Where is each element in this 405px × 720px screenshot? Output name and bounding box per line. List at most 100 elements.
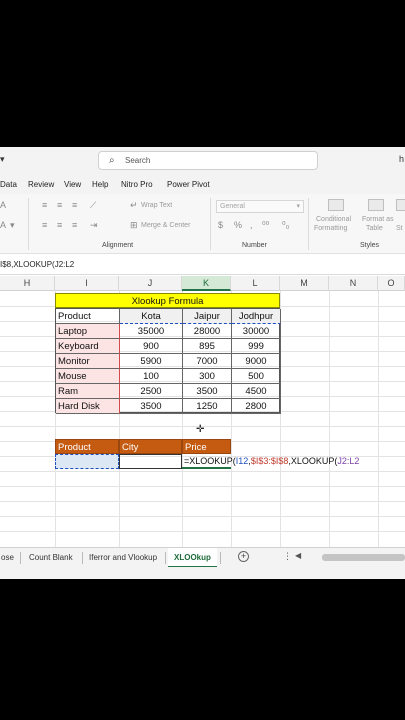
align-top-icon[interactable]: ≡ xyxy=(42,200,47,210)
align-right-icon[interactable]: ≡ xyxy=(72,220,77,230)
tab-view[interactable]: View xyxy=(64,180,81,189)
number-group-label: Number xyxy=(242,242,267,249)
price-cell[interactable]: 35000 xyxy=(120,324,183,339)
sheet-tab-iferror-vlookup[interactable]: Iferror and Vlookup xyxy=(89,548,157,568)
price-cell[interactable]: 4500 xyxy=(232,384,281,399)
table-header-cell[interactable]: Jaipur xyxy=(183,309,232,324)
window-dropdown[interactable]: ▾ xyxy=(0,154,5,165)
product-cell[interactable]: Ram xyxy=(56,384,120,399)
price-cell[interactable]: 1250 xyxy=(183,399,232,414)
ribbon: A A ▾ ≡ ≡ ≡ ⟋ ≡ ≡ ≡ ⇥ ↵ Wrap Text ⊞ Merg… xyxy=(0,194,405,254)
table-header-cell[interactable]: Kota xyxy=(120,309,183,324)
account-initial[interactable]: h xyxy=(399,154,404,164)
table-header-cell[interactable]: Jodhpur xyxy=(232,309,281,324)
column-i[interactable]: I xyxy=(55,276,119,291)
tab-data[interactable]: Data xyxy=(0,180,17,189)
table-header-cell[interactable]: Product xyxy=(56,309,120,324)
product-cell[interactable]: Monitor xyxy=(56,354,120,369)
product-cell[interactable]: Mouse xyxy=(56,369,120,384)
lookup-input-product[interactable] xyxy=(55,454,119,469)
tab-review[interactable]: Review xyxy=(28,180,54,189)
lookup-header-price[interactable]: Price xyxy=(182,439,231,454)
price-cell[interactable]: 999 xyxy=(232,339,281,354)
merge-center-icon: ⊞ xyxy=(130,220,138,230)
product-cell[interactable]: Hard Disk xyxy=(56,399,120,414)
conditional-formatting-icon xyxy=(328,199,344,211)
font-color-icon[interactable]: A xyxy=(0,220,6,230)
formula-ref-i3-i8: $I$3:$I$8 xyxy=(250,456,289,466)
comma-style-icon[interactable]: , xyxy=(250,220,253,230)
sheet-tab-count-blank[interactable]: Count Blank xyxy=(29,548,73,568)
column-l[interactable]: L xyxy=(231,276,280,291)
price-cell[interactable]: 2800 xyxy=(232,399,281,414)
wrap-text-icon: ↵ xyxy=(130,200,138,210)
conditional-formatting-button[interactable]: Conditional xyxy=(316,216,351,223)
align-center-icon[interactable]: ≡ xyxy=(57,220,62,230)
price-cell[interactable]: 3500 xyxy=(183,384,232,399)
price-cell[interactable]: 2500 xyxy=(120,384,183,399)
table-title[interactable]: Xlookup Formula xyxy=(55,293,280,308)
sheet-tab-xlookup[interactable]: XLOOkup xyxy=(168,548,217,568)
column-o[interactable]: O xyxy=(378,276,405,291)
number-format-select[interactable]: General ▾ xyxy=(216,200,304,213)
price-table: Product Kota Jaipur Jodhpur Laptop 35000 28000… xyxy=(55,308,281,414)
price-cell[interactable]: 100 xyxy=(120,369,183,384)
cell-styles-icon xyxy=(396,199,405,211)
formula-ref-j2-l2: J2:L2 xyxy=(337,456,360,466)
percent-icon[interactable]: % xyxy=(234,220,242,230)
font-color-dropdown-icon[interactable]: ▾ xyxy=(10,220,15,231)
price-cell[interactable]: 7000 xyxy=(183,354,232,369)
sheet-tabs-bar: ose Count Blank Iferror and Vlookup XLOO… xyxy=(0,547,405,568)
increase-decimal-icon[interactable]: ⁰⁰ xyxy=(262,220,269,231)
merge-center-button[interactable]: Merge & Center xyxy=(141,222,190,229)
number-format-value: General xyxy=(220,203,245,210)
currency-icon[interactable]: $ xyxy=(218,220,223,230)
price-cell[interactable]: 500 xyxy=(232,369,281,384)
column-header: H I J K L M N O xyxy=(0,276,405,291)
format-as-table-button[interactable]: Format as xyxy=(362,216,394,223)
price-cell[interactable]: 5900 xyxy=(120,354,183,369)
add-sheet-icon[interactable]: + xyxy=(238,551,249,562)
align-bottom-icon[interactable]: ≡ xyxy=(72,200,77,210)
formula-bar-content: I$8,XLOOKUP(J2:L2 xyxy=(0,260,75,269)
column-n[interactable]: N xyxy=(329,276,378,291)
lookup-header-city[interactable]: City xyxy=(119,439,182,454)
product-cell[interactable]: Keyboard xyxy=(56,339,120,354)
search-box[interactable]: ⌕ Search xyxy=(98,151,318,170)
sheet-tab-ose[interactable]: ose xyxy=(0,548,18,568)
conditional-formatting-sublabel: Formatting xyxy=(314,225,348,232)
column-h[interactable]: H xyxy=(0,276,55,291)
price-cell[interactable]: 9000 xyxy=(232,354,281,369)
lookup-header-product[interactable]: Product xyxy=(55,439,119,454)
font-size-icon[interactable]: A xyxy=(0,200,6,210)
tab-power-pivot[interactable]: Power Pivot xyxy=(167,180,210,189)
indent-icon[interactable]: ⇥ xyxy=(90,220,98,231)
wrap-text-button[interactable]: Wrap Text xyxy=(141,202,172,209)
price-cell[interactable]: 895 xyxy=(183,339,232,354)
orientation-icon[interactable]: ⟋ xyxy=(90,200,96,211)
align-middle-icon[interactable]: ≡ xyxy=(57,200,62,210)
price-cell[interactable]: 300 xyxy=(183,369,232,384)
status-bar xyxy=(0,567,405,579)
price-cell[interactable]: 900 xyxy=(120,339,183,354)
align-left-icon[interactable]: ≡ xyxy=(42,220,47,230)
product-cell[interactable]: Laptop xyxy=(56,324,120,339)
lookup-input-city[interactable] xyxy=(119,454,182,469)
price-cell[interactable]: 3500 xyxy=(120,399,183,414)
tab-nitro-pro[interactable]: Nitro Pro xyxy=(121,180,153,189)
more-options-icon[interactable]: ⋮ xyxy=(283,551,292,562)
scroll-left-icon[interactable]: ◀ xyxy=(295,551,301,560)
worksheet-grid[interactable]: Xlookup Formula Product Kota Jaipur Jodhpur… xyxy=(0,291,405,547)
cell-styles-label[interactable]: St xyxy=(396,225,403,232)
styles-group-label: Styles xyxy=(360,242,380,249)
tab-help[interactable]: Help xyxy=(92,180,108,189)
formula-bar[interactable]: I$8,XLOOKUP(J2:L2 xyxy=(0,254,405,275)
column-m[interactable]: M xyxy=(280,276,329,291)
horizontal-scrollbar[interactable] xyxy=(322,554,405,561)
price-cell[interactable]: 30000 xyxy=(232,324,281,339)
price-cell[interactable]: 28000 xyxy=(183,324,232,339)
column-k[interactable]: K xyxy=(182,276,231,291)
column-j[interactable]: J xyxy=(119,276,182,291)
search-placeholder: Search xyxy=(125,156,151,165)
decrease-decimal-icon[interactable]: ⁰₀ xyxy=(282,220,289,231)
